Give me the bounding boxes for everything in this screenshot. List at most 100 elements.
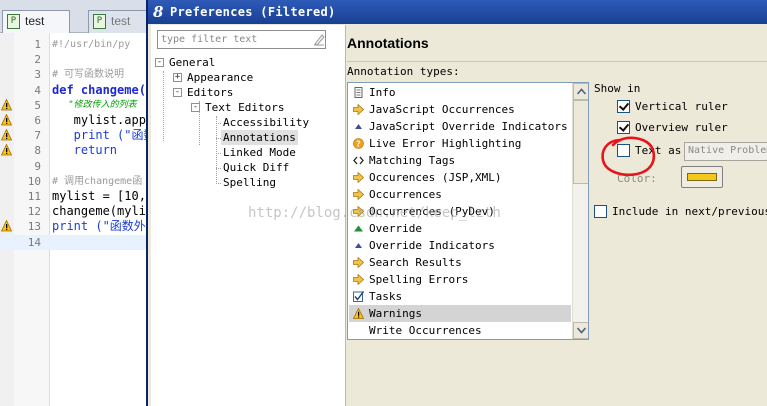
scroll-down-button[interactable] xyxy=(573,322,588,339)
text-as-dropdown[interactable]: Native Problem xyxy=(684,142,767,161)
include-next-previous-checkbox[interactable] xyxy=(594,205,607,218)
editor-tab-bar: P test P test xyxy=(0,0,148,33)
annotation-type-label: Info xyxy=(369,86,396,99)
line-number: 3 xyxy=(34,68,41,82)
annotation-type-item[interactable]: Occurrences xyxy=(349,186,571,203)
tree-item-general[interactable]: General xyxy=(167,55,217,70)
annotation-type-label: Occurrences xyxy=(369,188,442,201)
tree-connector-line xyxy=(216,183,221,184)
line-number: 10 xyxy=(27,174,41,188)
annotation-type-item[interactable]: Search Results xyxy=(349,254,571,271)
scrollbar-thumb[interactable] xyxy=(573,100,588,184)
annotation-type-item[interactable]: Info xyxy=(349,84,571,101)
code-line[interactable]: 10 # 调用changeme函 xyxy=(0,174,148,189)
collapse-toggle-icon[interactable]: - xyxy=(173,88,182,97)
annotation-type-item[interactable]: JavaScript Override Indicators xyxy=(349,118,571,135)
code-line[interactable]: 8 return xyxy=(0,143,148,158)
code-line[interactable]: 11 mylist = [10, xyxy=(0,189,148,204)
vertical-scrollbar[interactable] xyxy=(572,83,588,339)
code-line[interactable]: 5 "修改传入的列表 xyxy=(0,98,148,113)
annotation-type-item[interactable]: Tasks xyxy=(349,288,571,305)
code-text: # 调用changeme函 xyxy=(52,175,143,187)
annotation-type-item[interactable]: Occurences (JSP,XML) xyxy=(349,169,571,186)
editor-tab-test[interactable]: P test xyxy=(2,10,70,33)
annotation-type-label: Write Occurrences xyxy=(369,324,482,337)
code-line[interactable]: 2 xyxy=(0,52,148,67)
annotation-types-list[interactable]: Info JavaScript Occurrences JavaScript Ove… xyxy=(347,82,589,340)
collapse-toggle-icon[interactable]: - xyxy=(155,58,164,67)
code-line[interactable]: 1 #!/usr/bin/py xyxy=(0,37,148,52)
color-picker-button[interactable] xyxy=(681,166,723,188)
eclipse-app-icon: 8 xyxy=(153,3,164,21)
tree-item-appearance[interactable]: Appearance xyxy=(185,70,255,85)
annotation-type-item[interactable]: Occurrences (PyDev) xyxy=(349,203,571,220)
tree-item-linked-mode[interactable]: Linked Mode xyxy=(221,145,298,160)
line-number: 1 xyxy=(34,38,41,51)
code-text: print ("函数 xyxy=(52,128,148,143)
code-line[interactable]: 13 print ("函数外取 xyxy=(0,219,148,234)
annotation-type-label: Override Indicators xyxy=(369,239,495,252)
arrow-right-icon xyxy=(353,274,364,285)
preferences-dialog: 8 Preferences (Filtered) type filter tex… xyxy=(146,0,767,406)
code-text: def changeme( xyxy=(52,82,146,97)
annotation-type-label: Live Error Highlighting xyxy=(369,137,522,150)
arrow-right-icon xyxy=(353,172,364,183)
dialog-title: Preferences (Filtered) xyxy=(170,5,336,19)
tree-item-spelling[interactable]: Spelling xyxy=(221,175,278,190)
editor-tab-label: test xyxy=(111,14,131,28)
warning-icon[interactable] xyxy=(1,114,12,126)
clear-filter-icon[interactable] xyxy=(313,33,325,46)
info-icon xyxy=(354,87,363,98)
annotation-type-item[interactable]: Warnings xyxy=(349,305,571,322)
line-number: 9 xyxy=(34,159,41,173)
tree-item-text-editors[interactable]: Text Editors xyxy=(203,100,286,115)
vertical-ruler-checkbox[interactable] xyxy=(617,100,630,113)
annotation-type-item[interactable]: Spelling Errors xyxy=(349,271,571,288)
code-line[interactable]: 7 print ("函数 xyxy=(0,128,148,143)
warning-icon[interactable] xyxy=(1,98,12,111)
code-line[interactable]: 3 # 可写函数说明 xyxy=(0,67,148,82)
code-line[interactable]: 14 xyxy=(0,234,148,250)
line-number: 6 xyxy=(34,114,41,127)
text-as-checkbox[interactable] xyxy=(617,144,630,157)
expand-toggle-icon[interactable]: + xyxy=(173,73,182,82)
annotation-type-item[interactable]: Override Indicators xyxy=(349,237,571,254)
code-editor: P test P test 1 #!/usr/bin/py 2 3 # 可写函数说明 4 d… xyxy=(0,0,148,406)
annotation-type-item[interactable]: JavaScript Occurrences xyxy=(349,101,571,118)
tree-connector-line xyxy=(216,153,221,154)
overview-ruler-checkbox[interactable] xyxy=(617,121,630,134)
annotation-type-item[interactable]: Matching Tags xyxy=(349,152,571,169)
tree-connector-line xyxy=(163,71,164,141)
code-line[interactable]: 4 def changeme( xyxy=(0,83,148,98)
annotation-type-label: Occurrences (PyDev) xyxy=(369,205,495,218)
filter-input[interactable]: type filter text xyxy=(157,30,326,49)
warning-icon[interactable] xyxy=(1,144,12,156)
code-text: # 可写函数说明 xyxy=(52,69,125,81)
dialog-titlebar[interactable]: 8 Preferences (Filtered) xyxy=(148,0,767,24)
warning-icon[interactable] xyxy=(1,220,12,232)
question-icon: ? xyxy=(353,138,364,149)
code-text: print ("函数外取 xyxy=(52,219,148,234)
annotation-type-label: Spelling Errors xyxy=(369,273,469,286)
annotation-type-item[interactable]: ? Live Error Highlighting xyxy=(349,135,571,152)
warning-icon[interactable] xyxy=(1,129,12,141)
scroll-up-button[interactable] xyxy=(573,83,588,100)
code-line[interactable]: 6 mylist.app xyxy=(0,113,148,128)
chevron-down-icon xyxy=(577,327,586,334)
text-as-value: Native Problem xyxy=(688,145,767,156)
checkbox-task-icon xyxy=(353,291,364,302)
tree-item-annotations[interactable]: Annotations xyxy=(221,130,298,145)
annotation-type-item[interactable]: Override xyxy=(349,220,571,237)
tree-item-editors[interactable]: Editors xyxy=(185,85,235,100)
filter-placeholder: type filter text xyxy=(161,34,258,45)
triangle-up-icon xyxy=(355,243,362,248)
annotation-type-item[interactable]: Write Occurrences xyxy=(349,322,571,339)
code-line[interactable]: 9 xyxy=(0,159,148,174)
code-line[interactable]: 12 changeme(myli xyxy=(0,204,148,219)
chevron-up-icon xyxy=(577,88,586,95)
tree-item-quick-diff[interactable]: Quick Diff xyxy=(221,160,291,175)
tree-item-accessibility[interactable]: Accessibility xyxy=(221,115,311,130)
python-file-icon: P xyxy=(7,14,20,29)
code-text: return xyxy=(52,143,118,158)
editor-tab-test-2[interactable]: P test xyxy=(88,10,148,33)
